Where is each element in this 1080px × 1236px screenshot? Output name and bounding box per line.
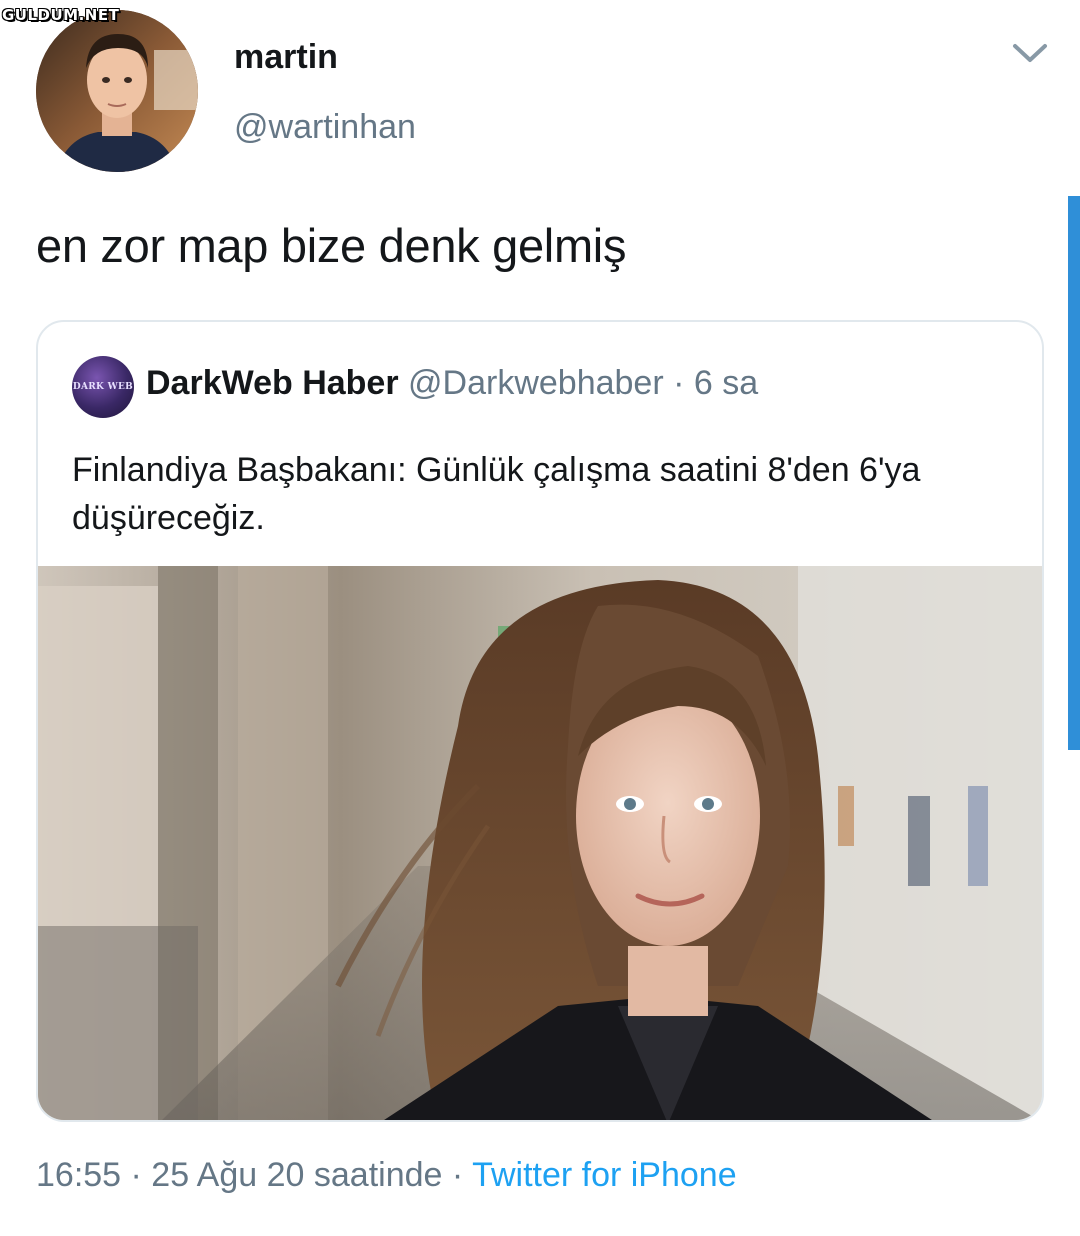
quoted-text-line: Finlandiya Başbakanı: Günlük çalışma saa… <box>72 451 921 489</box>
tweet-text: en zor map bize denk gelmiş <box>36 219 627 272</box>
author-avatar[interactable] <box>36 10 198 172</box>
author-handle[interactable]: @wartinhan <box>234 108 416 147</box>
quoted-author-handle[interactable]: @Darkwebhaber <box>408 364 664 402</box>
quoted-tweet-age: 6 sa <box>693 364 759 402</box>
tweet-detail-screen: GULDUM.NET martin @wartinhan en zor map … <box>0 0 1080 1236</box>
quoted-tweet-text: Finlandiya Başbakanı: Günlük çalışma saa… <box>72 446 1012 542</box>
quoted-tweet-header: DarkWeb Haber @Darkwebhaber · 6 sa <box>146 364 758 403</box>
chevron-down-icon[interactable] <box>1008 36 1052 70</box>
header-separator: · <box>673 364 685 402</box>
site-watermark: GULDUM.NET <box>2 6 120 24</box>
tweet-metadata: 16:55 · 25 Ağu 20 saatinde · Twitter for… <box>36 1156 737 1195</box>
quoted-author-avatar[interactable]: DARK WEB <box>72 356 134 418</box>
metadata-separator: · <box>442 1156 473 1194</box>
tweet-timestamp: 16:55 · 25 Ağu 20 saatinde <box>36 1156 443 1194</box>
quoted-tweet-card[interactable]: DARK WEB DarkWeb Haber @Darkwebhaber · 6… <box>36 320 1044 1122</box>
scrollbar[interactable] <box>1068 196 1080 750</box>
author-display-name[interactable]: martin <box>234 38 338 77</box>
quoted-author-name[interactable]: DarkWeb Haber <box>146 364 399 402</box>
quoted-tweet-photo[interactable] <box>38 566 1042 1120</box>
quoted-avatar-logo-text: DARK WEB <box>72 382 134 392</box>
quoted-text-line: düşüreceğiz. <box>72 499 265 537</box>
tweet-source-link[interactable]: Twitter for iPhone <box>472 1156 737 1194</box>
